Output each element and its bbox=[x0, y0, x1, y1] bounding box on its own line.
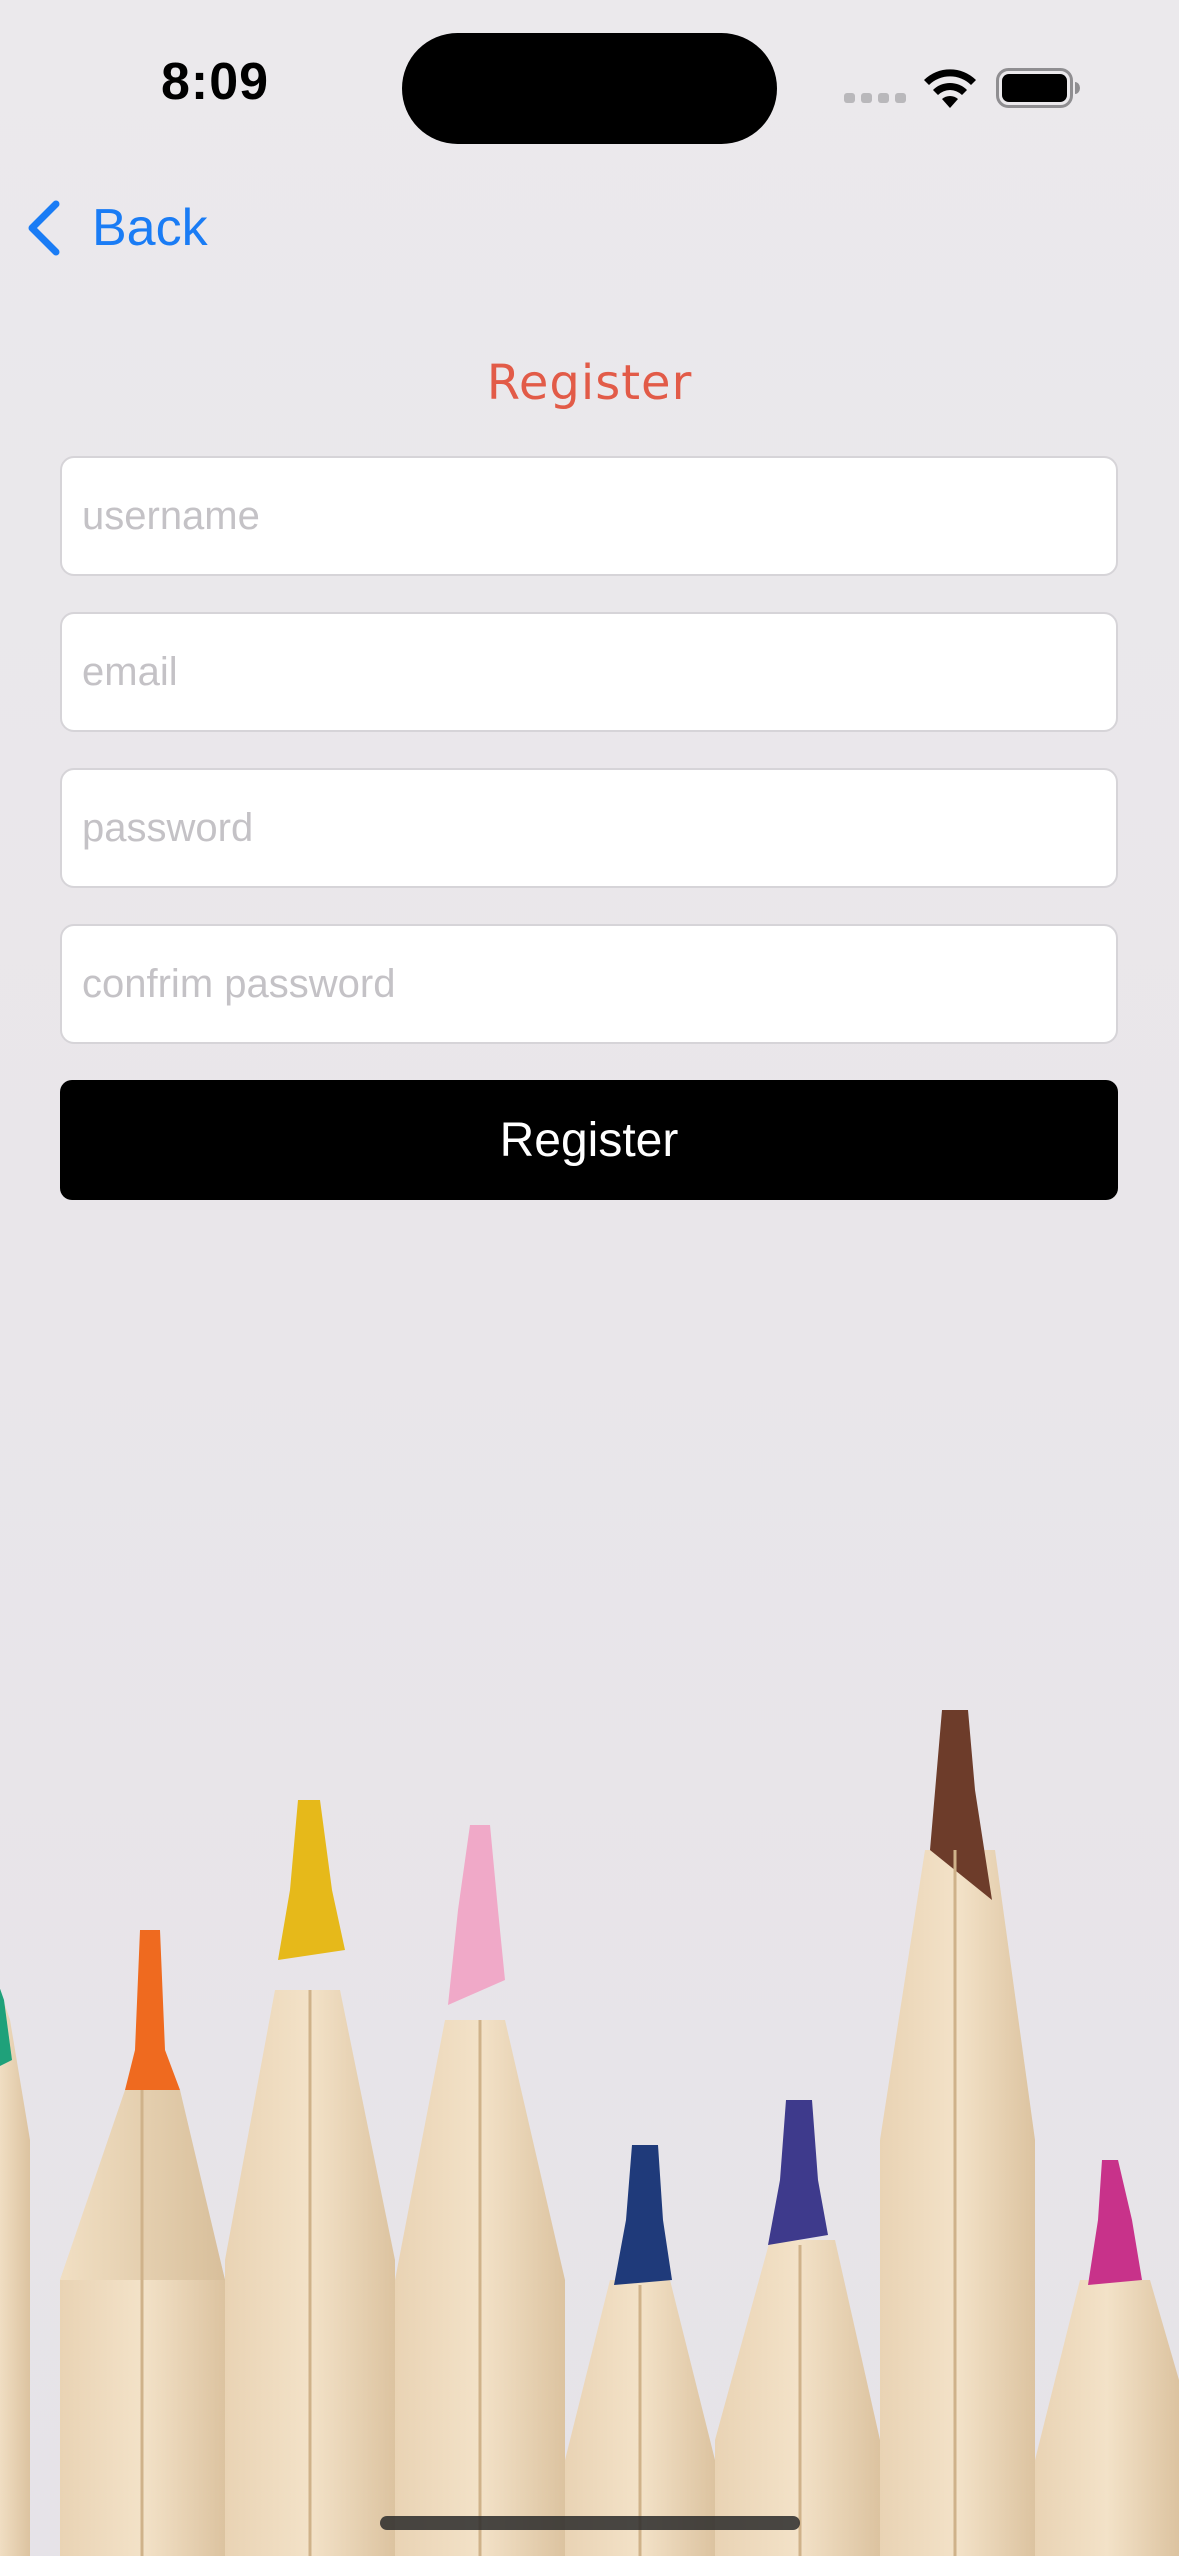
back-button[interactable]: Back bbox=[24, 192, 208, 264]
email-field[interactable] bbox=[60, 612, 1118, 732]
password-field[interactable] bbox=[60, 768, 1118, 888]
colored-pencils-background-image bbox=[0, 1710, 1179, 2556]
username-field[interactable] bbox=[60, 456, 1118, 576]
confirm-password-field[interactable] bbox=[60, 924, 1118, 1044]
cellular-signal-icon bbox=[844, 93, 906, 103]
back-label: Back bbox=[92, 199, 208, 257]
dynamic-island bbox=[402, 33, 777, 144]
status-bar: 8:09 bbox=[0, 0, 1179, 150]
battery-icon bbox=[996, 68, 1080, 108]
chevron-left-icon bbox=[28, 200, 60, 256]
wifi-icon bbox=[924, 69, 976, 108]
status-time: 8:09 bbox=[160, 53, 270, 111]
home-indicator[interactable] bbox=[380, 2516, 800, 2530]
register-button[interactable]: Register bbox=[60, 1080, 1118, 1200]
page-title: Register bbox=[486, 355, 693, 411]
